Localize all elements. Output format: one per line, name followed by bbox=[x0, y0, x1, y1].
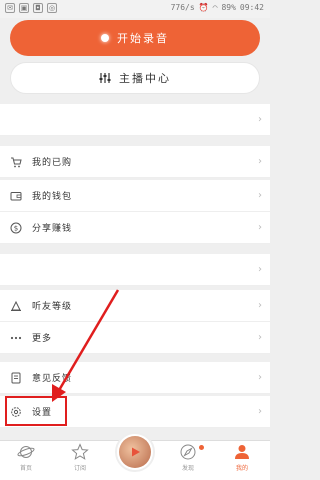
play-icon bbox=[132, 447, 140, 457]
tab-home[interactable]: 首页 bbox=[6, 443, 46, 479]
chevron-right-icon: › bbox=[258, 300, 262, 311]
settings-highlight-box bbox=[5, 396, 67, 426]
person-icon bbox=[235, 445, 249, 459]
menu-label-share: 分享赚钱 bbox=[32, 224, 73, 234]
chevron-right-icon: › bbox=[258, 114, 262, 125]
menu-item-share[interactable]: $ 分享赚钱 › bbox=[0, 212, 270, 244]
network-speed: 776/s bbox=[170, 3, 195, 12]
notification-icon: ✉ bbox=[5, 3, 15, 13]
discover-badge-dot bbox=[199, 445, 204, 450]
menu-item-purchased[interactable]: 我的已购 › bbox=[0, 146, 270, 178]
blank-row-2[interactable]: › bbox=[0, 254, 270, 286]
menu-item-level[interactable]: 听友等级 › bbox=[0, 290, 270, 322]
menu-item-feedback[interactable]: 意见反馈 › bbox=[0, 362, 270, 394]
alarm-icon: ⏰ bbox=[198, 3, 209, 12]
compass-icon bbox=[180, 444, 196, 460]
menu-label-feedback: 意见反馈 bbox=[32, 374, 73, 384]
planet-icon bbox=[17, 446, 35, 458]
center-play-button[interactable] bbox=[115, 432, 155, 472]
menu-label-wallet: 我的钱包 bbox=[32, 192, 73, 202]
tab-label-home: 首页 bbox=[19, 465, 32, 472]
menu-label-level: 听友等级 bbox=[32, 302, 73, 312]
star-icon bbox=[71, 443, 89, 460]
chevron-right-icon: › bbox=[258, 190, 262, 201]
chevron-right-icon: › bbox=[258, 222, 262, 233]
chevron-right-icon: › bbox=[258, 332, 262, 343]
bag-icon: ◘ bbox=[33, 3, 43, 13]
record-dot-icon bbox=[101, 34, 109, 42]
anchor-center-label: 主播中心 bbox=[119, 72, 171, 85]
menu-item-wallet[interactable]: 我的钱包 › bbox=[0, 180, 270, 212]
status-left-icons: ✉ ▣ ◘ ◎ bbox=[5, 3, 57, 13]
chevron-right-icon: › bbox=[258, 264, 262, 275]
wifi-icon: ◠ bbox=[212, 3, 218, 12]
status-right: 776/s ⏰ ◠ 89% 09:42 bbox=[171, 3, 264, 12]
start-record-button[interactable]: 开始录音 bbox=[10, 20, 260, 56]
blank-row-1[interactable]: › bbox=[0, 104, 270, 136]
sliders-icon bbox=[99, 73, 111, 83]
battery-level: 89% bbox=[221, 3, 236, 12]
image-icon: ▣ bbox=[19, 3, 29, 13]
chevron-right-icon: › bbox=[258, 406, 262, 417]
start-record-label: 开始录音 bbox=[117, 32, 169, 45]
menu-label-purchased: 我的已购 bbox=[32, 158, 73, 168]
feedback-icon bbox=[10, 372, 22, 384]
chevron-right-icon: › bbox=[258, 156, 262, 167]
album-cover bbox=[119, 436, 151, 468]
wechat-icon: ◎ bbox=[47, 3, 57, 13]
dollar-icon: $ bbox=[10, 222, 22, 234]
svg-text:$: $ bbox=[14, 224, 18, 232]
menu-label-more: 更多 bbox=[32, 334, 53, 344]
anchor-center-button[interactable]: 主播中心 bbox=[10, 62, 260, 94]
menu-item-more[interactable]: 更多 › bbox=[0, 322, 270, 354]
tab-label-discover: 发现 bbox=[181, 465, 194, 472]
level-icon bbox=[10, 300, 22, 312]
wallet-icon bbox=[10, 190, 22, 202]
tab-mine[interactable]: 我的 bbox=[222, 443, 262, 479]
tab-label-subscribe: 订阅 bbox=[73, 465, 86, 472]
cart-icon bbox=[10, 156, 22, 168]
chevron-right-icon: › bbox=[258, 372, 262, 383]
clock: 09:42 bbox=[239, 3, 264, 12]
status-bar: ✉ ▣ ◘ ◎ 776/s ⏰ ◠ 89% 09:42 bbox=[0, 0, 270, 18]
more-icon bbox=[10, 332, 22, 344]
tab-subscribe[interactable]: 订阅 bbox=[60, 443, 100, 479]
tab-label-mine: 我的 bbox=[235, 465, 248, 472]
